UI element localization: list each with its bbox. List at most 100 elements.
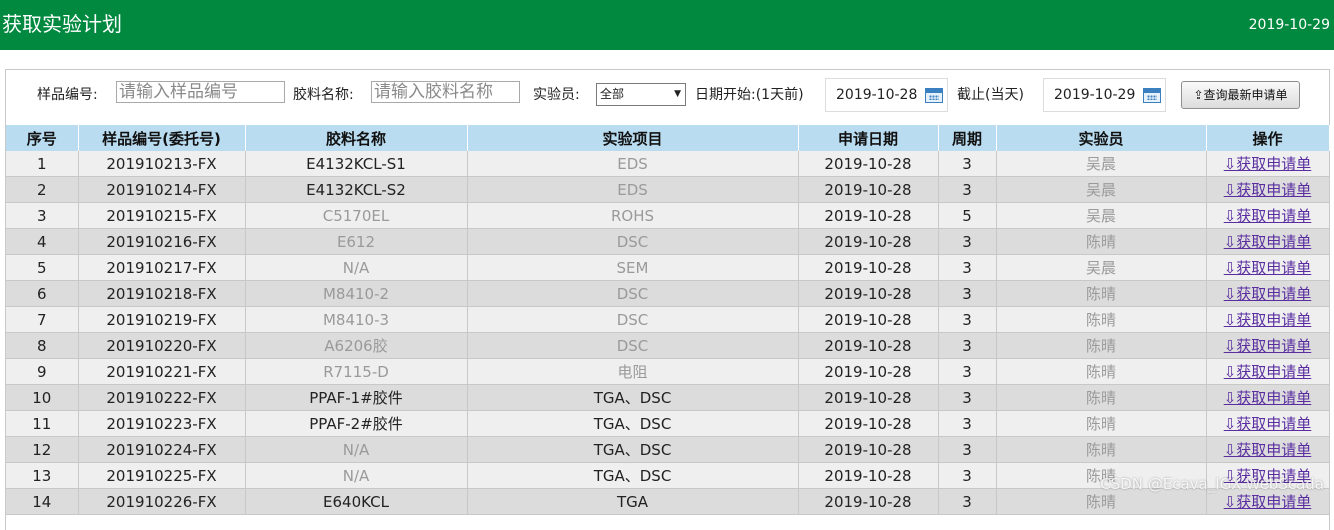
cell-item: TGA、DSC [467, 462, 799, 489]
main-panel: 样品编号: 胶料名称: 实验员: 全部 ▼ 日期开始:(1天前) 2019-10… [5, 69, 1330, 530]
cell-glue: M8410-2 [245, 280, 468, 307]
get-application-link[interactable]: ⇩获取申请单 [1224, 181, 1312, 199]
get-application-link[interactable]: ⇩获取申请单 [1224, 233, 1312, 251]
column-header: 胶料名称 [245, 125, 468, 151]
cell-date: 2019-10-28 [798, 151, 939, 177]
cell-period: 5 [938, 202, 997, 229]
cell-item: EDS [467, 176, 799, 203]
cell-period: 3 [938, 151, 997, 177]
app-header: 获取实验计划 2019-10-29 [0, 0, 1334, 50]
cell-sample: 201910219-FX [78, 306, 246, 333]
table-row: 12 201910224-FX N/A TGA、DSC 2019-10-28 3… [6, 436, 1330, 463]
cell-glue: PPAF-1#胶件 [245, 384, 468, 411]
cell-action: ⇩获取申请单 [1206, 410, 1330, 437]
cell-item: TGA、DSC [467, 384, 799, 411]
cell-tester: 吴晨 [996, 176, 1207, 203]
cell-glue: E612 [245, 228, 468, 255]
header-date: 2019-10-29 [1248, 17, 1330, 33]
get-application-link[interactable]: ⇩获取申请单 [1224, 311, 1312, 329]
cell-glue: R7115-D [245, 358, 468, 385]
cell-sample: 201910220-FX [78, 332, 246, 359]
table-row: 9 201910221-FX R7115-D 电阻 2019-10-28 3 陈… [6, 358, 1330, 385]
get-application-link[interactable]: ⇩获取申请单 [1224, 363, 1312, 381]
cell-tester: 陈晴 [996, 280, 1207, 307]
cell-period: 3 [938, 384, 997, 411]
glue-name-input[interactable] [371, 81, 520, 103]
cell-no: 2 [6, 176, 79, 203]
get-application-link[interactable]: ⇩获取申请单 [1224, 207, 1312, 225]
cell-item: TGA [467, 488, 799, 515]
cell-no: 4 [6, 228, 79, 255]
query-latest-button[interactable]: ⇪查询最新申请单 [1181, 81, 1300, 109]
cell-action: ⇩获取申请单 [1206, 332, 1330, 359]
get-application-link[interactable]: ⇩获取申请单 [1224, 493, 1312, 511]
cell-period: 3 [938, 358, 997, 385]
cell-date: 2019-10-28 [798, 384, 939, 411]
cell-no: 6 [6, 280, 79, 307]
cell-no: 11 [6, 410, 79, 437]
cell-item: 电阻 [467, 358, 799, 385]
end-date-input[interactable]: 2019-10-29 [1043, 78, 1166, 112]
cell-no: 9 [6, 358, 79, 385]
cell-sample: 201910224-FX [78, 436, 246, 463]
cell-action: ⇩获取申请单 [1206, 384, 1330, 411]
cell-glue: M8410-3 [245, 306, 468, 333]
cell-item: ROHS [467, 202, 799, 229]
column-header: 周期 [938, 125, 997, 151]
cell-action: ⇩获取申请单 [1206, 358, 1330, 385]
cell-glue: E4132KCL-S1 [245, 151, 468, 177]
cell-period: 3 [938, 488, 997, 515]
cell-sample: 201910217-FX [78, 254, 246, 281]
cell-tester: 陈晴 [996, 306, 1207, 333]
sample-number-input[interactable] [116, 81, 285, 103]
cell-tester: 吴晨 [996, 202, 1207, 229]
get-application-link[interactable]: ⇩获取申请单 [1224, 155, 1312, 173]
cell-period: 3 [938, 228, 997, 255]
get-application-link[interactable]: ⇩获取申请单 [1224, 285, 1312, 303]
cell-date: 2019-10-28 [798, 436, 939, 463]
cell-tester: 陈晴 [996, 332, 1207, 359]
cell-date: 2019-10-28 [798, 254, 939, 281]
table-row: 11 201910223-FX PPAF-2#胶件 TGA、DSC 2019-1… [6, 410, 1330, 437]
cell-item: DSC [467, 228, 799, 255]
start-date-input[interactable]: 2019-10-28 [825, 78, 948, 112]
tester-select[interactable]: 全部 ▼ [596, 83, 686, 106]
cell-period: 3 [938, 410, 997, 437]
calendar-icon[interactable] [1143, 88, 1161, 103]
cell-no: 14 [6, 488, 79, 515]
cell-action: ⇩获取申请单 [1206, 202, 1330, 229]
get-application-link[interactable]: ⇩获取申请单 [1224, 415, 1312, 433]
cell-glue: A6206胶 [245, 332, 468, 359]
get-application-link[interactable]: ⇩获取申请单 [1224, 441, 1312, 459]
cell-tester: 吴晨 [996, 254, 1207, 281]
cell-action: ⇩获取申请单 [1206, 254, 1330, 281]
cell-item: EDS [467, 151, 799, 177]
cell-action: ⇩获取申请单 [1206, 228, 1330, 255]
cell-date: 2019-10-28 [798, 280, 939, 307]
cell-item: TGA、DSC [467, 436, 799, 463]
cell-sample: 201910213-FX [78, 151, 246, 177]
column-header: 样品编号(委托号) [78, 125, 246, 151]
get-application-link[interactable]: ⇩获取申请单 [1224, 337, 1312, 355]
cell-glue: N/A [245, 254, 468, 281]
calendar-icon[interactable] [925, 88, 943, 103]
table-row: 2 201910214-FX E4132KCL-S2 EDS 2019-10-2… [6, 176, 1330, 203]
tester-label: 实验员: [533, 87, 580, 103]
cell-no: 5 [6, 254, 79, 281]
cell-item: DSC [467, 332, 799, 359]
cell-period: 3 [938, 176, 997, 203]
cell-no: 3 [6, 202, 79, 229]
cell-sample: 201910223-FX [78, 410, 246, 437]
cell-period: 3 [938, 436, 997, 463]
cell-glue: N/A [245, 436, 468, 463]
cell-action: ⇩获取申请单 [1206, 306, 1330, 333]
cell-date: 2019-10-28 [798, 462, 939, 489]
cell-action: ⇩获取申请单 [1206, 280, 1330, 307]
cell-date: 2019-10-28 [798, 358, 939, 385]
cell-sample: 201910218-FX [78, 280, 246, 307]
cell-glue: PPAF-2#胶件 [245, 410, 468, 437]
get-application-link[interactable]: ⇩获取申请单 [1224, 259, 1312, 277]
filter-bar: 样品编号: 胶料名称: 实验员: 全部 ▼ 日期开始:(1天前) 2019-10… [6, 70, 1329, 124]
cell-sample: 201910221-FX [78, 358, 246, 385]
get-application-link[interactable]: ⇩获取申请单 [1224, 389, 1312, 407]
